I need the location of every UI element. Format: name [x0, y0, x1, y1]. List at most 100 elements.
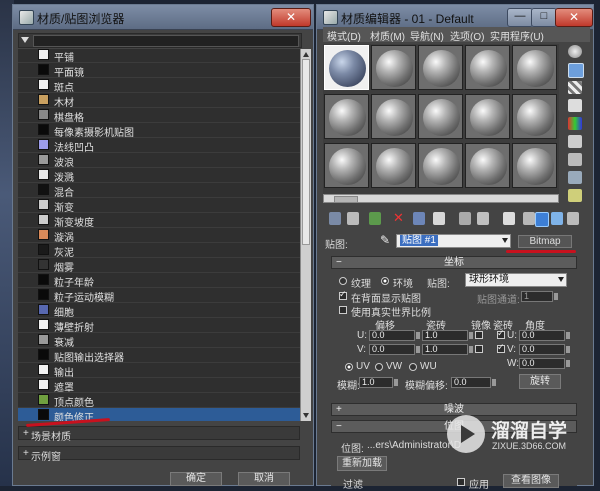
map-name-field[interactable]: 贴图 #1 — [396, 234, 511, 248]
sample-slot[interactable] — [465, 45, 510, 90]
texture-radio[interactable] — [339, 277, 347, 285]
list-item[interactable]: 波浪 — [18, 153, 300, 169]
w-angle-spinner[interactable]: 0.0 — [519, 358, 570, 369]
material-map-navigator-icon[interactable] — [568, 189, 582, 202]
list-item[interactable]: 每像素摄影机贴图 — [18, 123, 300, 139]
list-item[interactable]: 斑点 — [18, 78, 300, 94]
list-item[interactable]: 灰泥 — [18, 243, 300, 259]
list-item[interactable]: 顶点颜色 — [18, 393, 300, 409]
scroll-thumb[interactable] — [302, 59, 310, 245]
put-to-library-icon[interactable] — [459, 212, 471, 225]
material-id-channel-icon[interactable] — [477, 212, 489, 225]
menu-navigation[interactable]: 导航(N) — [410, 28, 444, 43]
sample-type-icon[interactable] — [568, 45, 582, 58]
v-tile-checkbox[interactable] — [497, 342, 505, 353]
slot-horizontal-scrollbar[interactable] — [323, 194, 559, 203]
list-item[interactable]: 泼溅 — [18, 168, 300, 184]
u-tiling-spinner[interactable]: 1.0 — [422, 330, 473, 341]
group-sample-slots[interactable]: + 示例窗 — [18, 446, 300, 463]
list-item[interactable]: 法线凹凸 — [18, 138, 300, 154]
show-end-result-icon[interactable] — [523, 212, 535, 225]
sample-slot[interactable] — [418, 45, 463, 90]
make-unique-icon[interactable] — [433, 212, 445, 225]
map-channel-spinner[interactable]: 1 — [521, 291, 558, 302]
list-item[interactable]: 输出 — [18, 363, 300, 379]
vw-radio[interactable] — [375, 363, 383, 371]
uv-tiling-icon[interactable] — [568, 99, 582, 112]
maximize-button[interactable]: □ — [531, 8, 557, 27]
list-item[interactable]: 平铺 — [18, 49, 300, 64]
menu-mode[interactable]: 模式(D) — [327, 28, 361, 43]
editor-close-button[interactable]: ✕ — [555, 8, 593, 27]
v-offset-spinner[interactable]: 0.0 — [369, 344, 420, 355]
rotate-button[interactable]: 旋转 — [519, 374, 561, 389]
u-angle-spinner[interactable]: 0.0 — [519, 330, 570, 341]
list-item[interactable]: 粒子运动模糊 — [18, 288, 300, 304]
v-mirror-checkbox[interactable] — [475, 345, 483, 353]
list-item[interactable]: 渐变坡度 — [18, 213, 300, 229]
browser-close-button[interactable]: ✕ — [271, 8, 311, 27]
environment-radio[interactable] — [381, 277, 389, 285]
menu-utilities[interactable]: 实用程序(U) — [490, 28, 544, 43]
list-item[interactable]: 薄壁折射 — [18, 318, 300, 334]
scroll-up-icon[interactable] — [303, 52, 309, 57]
list-item[interactable]: 漩涡 — [18, 228, 300, 244]
sample-slot[interactable] — [465, 94, 510, 139]
v-tiling-spinner[interactable]: 1.0 — [422, 344, 473, 355]
video-color-check-icon[interactable] — [568, 117, 582, 130]
map-type-button[interactable]: Bitmap — [518, 235, 572, 248]
uv-radio[interactable] — [345, 363, 353, 371]
blur-spinner[interactable]: 1.0 — [359, 377, 398, 388]
browser-titlebar[interactable]: 材质/贴图浏览器 ✕ — [13, 5, 313, 30]
reload-button[interactable]: 重新加载 — [337, 456, 387, 471]
sample-slot[interactable] — [324, 143, 369, 188]
menu-material[interactable]: 材质(M) — [370, 28, 405, 43]
sample-slot[interactable] — [371, 45, 416, 90]
options-icon[interactable] — [568, 153, 582, 166]
select-by-material-icon[interactable] — [568, 171, 582, 184]
go-to-parent-icon[interactable] — [535, 212, 549, 227]
put-to-scene-icon[interactable] — [347, 212, 359, 225]
coordinates-rollout-header[interactable]: − 坐标 — [331, 256, 577, 269]
list-item[interactable]: 颜色修正 — [18, 408, 300, 421]
list-item[interactable]: 木材 — [18, 93, 300, 109]
get-material-icon[interactable] — [329, 212, 341, 225]
menu-options[interactable]: 选项(O) — [450, 28, 484, 43]
browser-search-input[interactable] — [33, 35, 299, 47]
v-angle-spinner[interactable]: 0.0 — [519, 344, 570, 355]
eyedropper-icon[interactable]: ✎ — [380, 233, 390, 247]
map-list-scrollbar[interactable] — [300, 49, 311, 421]
backlight-icon[interactable] — [568, 63, 584, 78]
sample-slot[interactable] — [371, 94, 416, 139]
reset-map-icon[interactable]: ✕ — [393, 211, 405, 225]
u-offset-spinner[interactable]: 0.0 — [369, 330, 420, 341]
options-dropdown-icon[interactable] — [21, 37, 29, 43]
real-world-scale-checkbox[interactable] — [339, 306, 347, 314]
show-map-on-back-checkbox[interactable] — [339, 289, 347, 300]
scroll-thumb[interactable] — [334, 196, 358, 203]
sample-slot[interactable] — [371, 143, 416, 188]
make-copy-icon[interactable] — [413, 212, 425, 225]
list-item[interactable]: 贴图输出选择器 — [18, 348, 300, 364]
group-scene-materials[interactable]: + 场景材质 — [18, 426, 300, 443]
scroll-down-icon[interactable] — [303, 413, 309, 418]
u-tile-checkbox[interactable] — [497, 328, 505, 339]
sample-slot[interactable] — [512, 45, 557, 90]
show-in-viewport-icon[interactable] — [503, 212, 515, 225]
list-item[interactable]: 衰减 — [18, 333, 300, 349]
make-preview-icon[interactable] — [568, 135, 582, 148]
assign-to-selection-icon[interactable] — [369, 212, 381, 225]
cancel-button[interactable]: 取消 — [238, 472, 290, 486]
sample-slot[interactable] — [512, 143, 557, 188]
sample-slot[interactable] — [324, 94, 369, 139]
sample-slot[interactable] — [324, 45, 369, 90]
list-item[interactable]: 烟雾 — [18, 258, 300, 274]
ok-button[interactable]: 确定 — [170, 472, 222, 486]
background-icon[interactable] — [568, 81, 582, 94]
sample-slot[interactable] — [465, 143, 510, 188]
list-item[interactable]: 混合 — [18, 183, 300, 199]
sample-slot[interactable] — [512, 94, 557, 139]
minimize-button[interactable]: — — [507, 8, 533, 27]
mapping-dropdown[interactable]: 球形环境 — [465, 273, 567, 287]
sample-slot[interactable] — [418, 143, 463, 188]
